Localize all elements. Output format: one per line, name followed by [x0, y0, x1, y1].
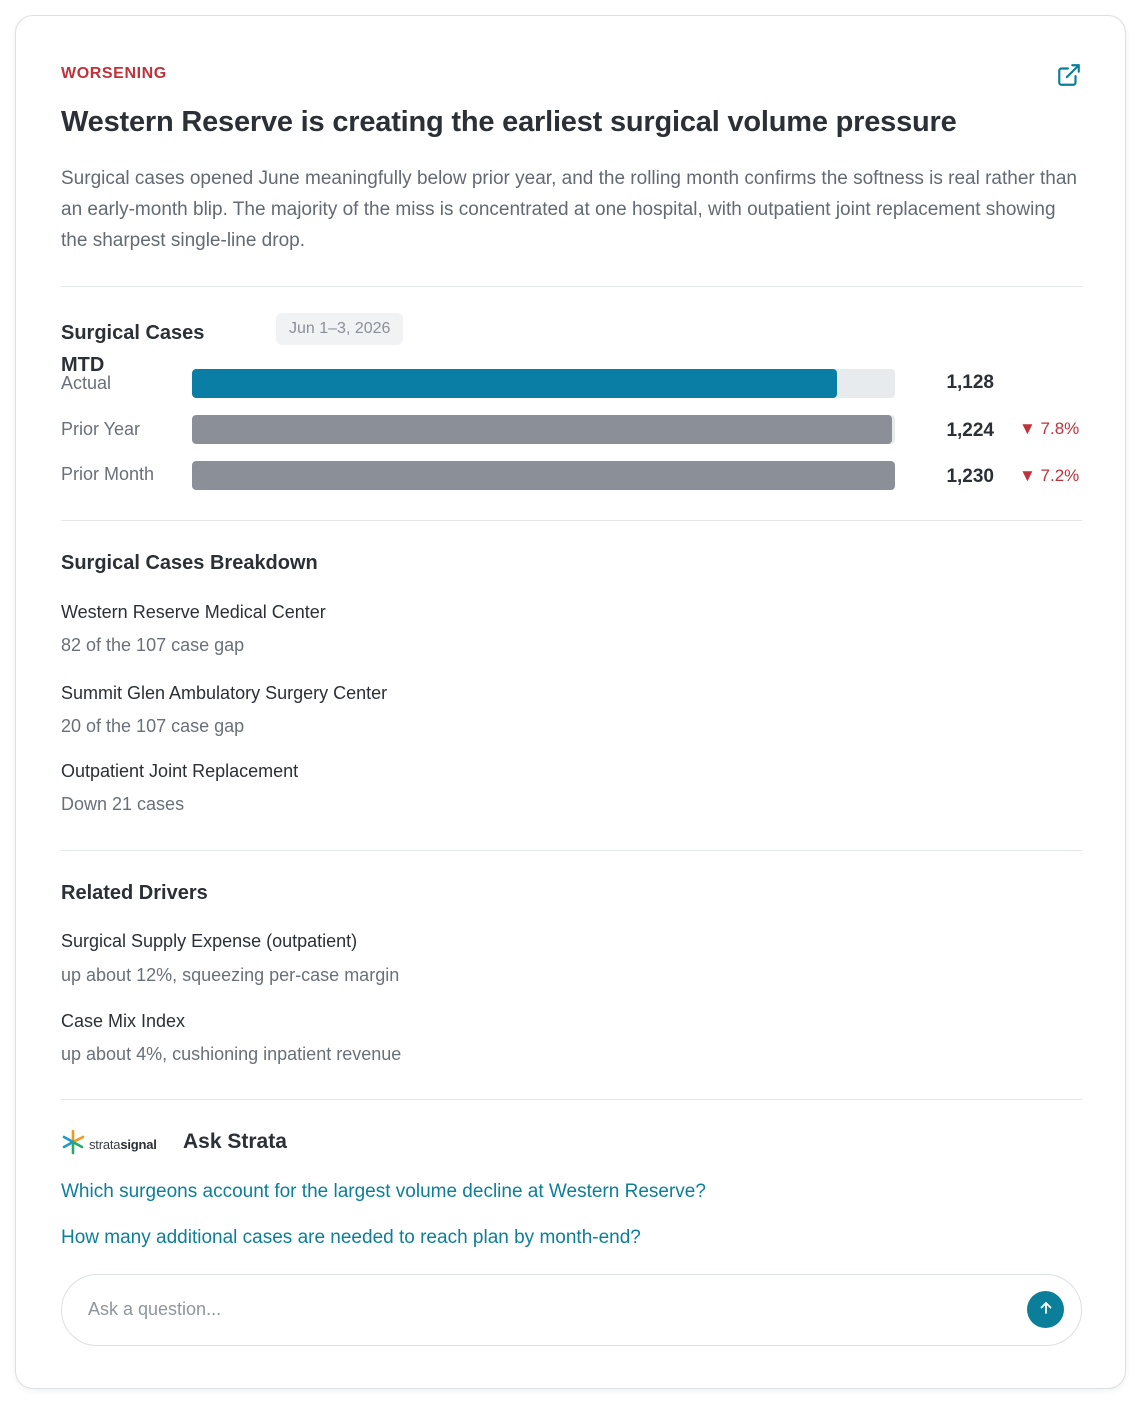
driver-item-detail: up about 4%, cushioning inpatient revenu…: [61, 1044, 402, 1064]
bar-value-prior-month: 1,230: [946, 466, 994, 487]
bar-track-actual: [192, 369, 895, 398]
ask-strata-title: Ask Strata: [183, 1130, 287, 1153]
status-label: WORSENING: [61, 65, 167, 82]
external-link-icon[interactable]: [1056, 62, 1082, 88]
divider: [61, 850, 1082, 851]
insight-card: WORSENING Western Reserve is creating th…: [15, 15, 1126, 1389]
driver-item-name: Surgical Supply Expense (outpatient): [61, 931, 358, 951]
divider: [61, 1099, 1082, 1100]
logo-wordmark-light: strata: [89, 1136, 121, 1152]
send-button[interactable]: [1027, 1291, 1064, 1328]
driver-item-name: Case Mix Index: [61, 1011, 186, 1031]
bar-change-prior-month: ▼ 7.2%: [1019, 466, 1080, 485]
breakdown-item-name: Outpatient Joint Replacement: [61, 761, 299, 781]
bar-fill-prior-year: [192, 415, 892, 444]
logo-wordmark: stratasignal: [89, 1137, 157, 1152]
breakdown-item-detail: 82 of the 107 case gap: [61, 635, 245, 655]
divider: [61, 286, 1082, 287]
bar-change-prior-year: ▼ 7.8%: [1019, 419, 1080, 438]
stratasignal-logo-icon: [61, 1129, 85, 1160]
suggested-question-link[interactable]: Which surgeons account for the largest v…: [61, 1181, 706, 1203]
arrow-up-icon: [1038, 1300, 1054, 1319]
bar-fill-actual: [192, 369, 837, 398]
bar-label-prior-year: Prior Year: [61, 419, 141, 439]
divider: [61, 520, 1082, 521]
stratasignal-logo: stratasignal: [61, 1129, 157, 1159]
logo-wordmark-bold: signal: [120, 1136, 157, 1152]
bar-value-prior-year: 1,224: [946, 420, 994, 441]
bar-value-actual: 1,128: [946, 372, 994, 393]
bar-label-actual: Actual: [61, 373, 112, 393]
ask-question-box: [61, 1274, 1082, 1346]
bar-track-prior-year: [192, 415, 895, 444]
bar-label-prior-month: Prior Month: [61, 464, 155, 484]
bar-fill-prior-month: [192, 461, 895, 490]
breakdown-item-detail: Down 21 cases: [61, 794, 185, 814]
insight-title: Western Reserve is creating the earliest…: [61, 106, 957, 138]
suggested-question-link[interactable]: How many additional cases are needed to …: [61, 1227, 641, 1249]
driver-item-detail: up about 12%, squeezing per-case margin: [61, 965, 400, 985]
insight-description: Surgical cases opened June meaningfully …: [61, 168, 1077, 251]
breakdown-item-name: Summit Glen Ambulatory Surgery Center: [61, 683, 388, 703]
bar-track-prior-month: [192, 461, 895, 490]
ask-question-input[interactable]: [88, 1275, 1008, 1344]
breakdown-item-name: Western Reserve Medical Center: [61, 602, 326, 622]
drivers-heading: Related Drivers: [61, 882, 208, 904]
date-range-chip: Jun 1–3, 2026: [276, 313, 404, 345]
breakdown-item-detail: 20 of the 107 case gap: [61, 716, 245, 736]
breakdown-heading: Surgical Cases Breakdown: [61, 552, 318, 574]
